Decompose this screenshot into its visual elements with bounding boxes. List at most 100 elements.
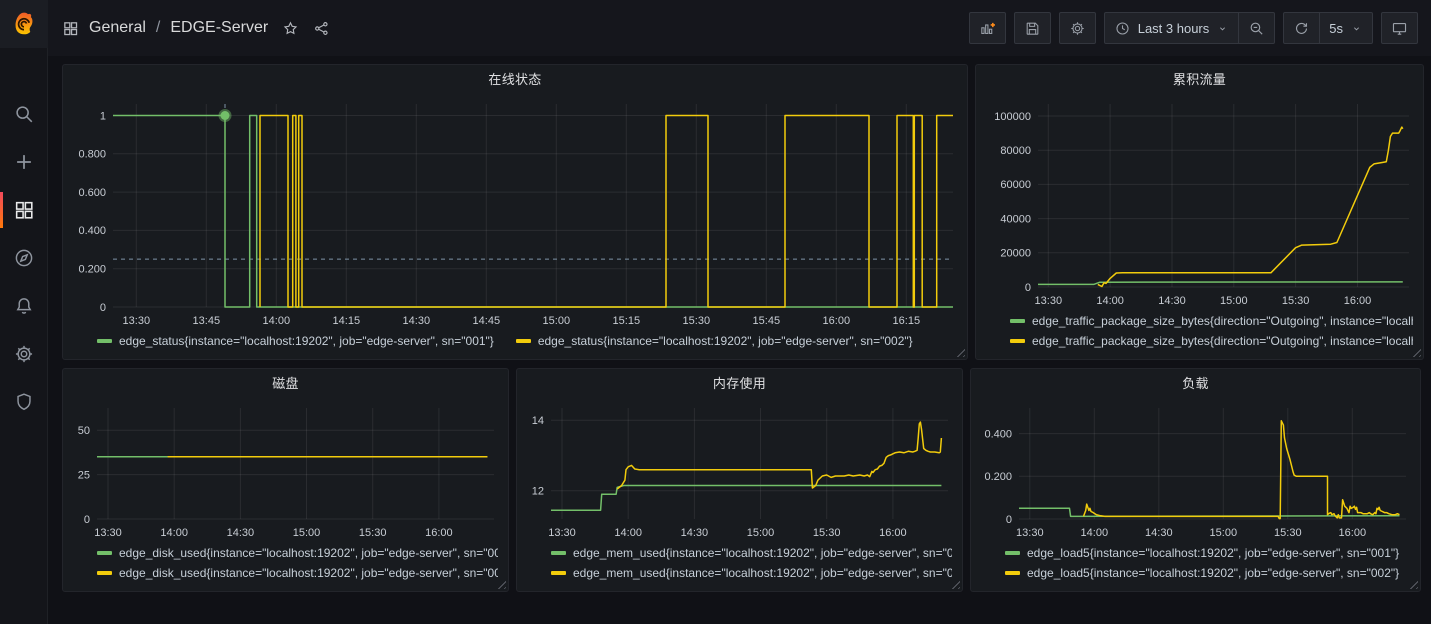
legend-label: edge_traffic_package_size_bytes{directio… xyxy=(1032,334,1413,348)
legend-swatch xyxy=(97,339,112,343)
legend-item[interactable]: edge_disk_used{instance="localhost:19202… xyxy=(97,563,498,583)
refresh-button[interactable] xyxy=(1283,12,1320,44)
chart-traffic-total[interactable]: 13:3014:0014:3015:0015:3016:000200004000… xyxy=(976,92,1423,309)
legend-item[interactable]: edge_mem_used{instance="localhost:19202"… xyxy=(551,543,952,563)
breadcrumb-title[interactable]: EDGE-Server xyxy=(170,19,268,37)
panel-title[interactable]: 磁盘 xyxy=(63,369,508,396)
monitor-icon xyxy=(1391,20,1408,37)
svg-text:15:30: 15:30 xyxy=(1282,295,1310,307)
svg-text:15:00: 15:00 xyxy=(1220,295,1248,307)
legend-item[interactable]: edge_status{instance="localhost:19202", … xyxy=(516,331,913,351)
main-area: General / EDGE-Server xyxy=(48,0,1431,624)
legend-label: edge_disk_used{instance="localhost:19202… xyxy=(119,546,498,560)
panel-traffic-total: 累积流量 13:3014:0014:3015:0015:3016:0002000… xyxy=(975,64,1424,360)
chart-online-status[interactable]: 13:3013:4514:0014:1514:3014:4515:0015:15… xyxy=(63,92,967,329)
svg-text:0.400: 0.400 xyxy=(984,428,1012,440)
sidebar-item-explore[interactable] xyxy=(0,234,47,282)
breadcrumb-section[interactable]: General xyxy=(89,19,146,37)
navbar: General / EDGE-Server xyxy=(48,0,1431,56)
chart-memory[interactable]: 13:3014:0014:3015:0015:3016:001214 xyxy=(517,396,962,541)
search-icon xyxy=(13,103,35,125)
legend-item[interactable]: edge_traffic_package_size_bytes{directio… xyxy=(1010,311,1413,331)
svg-text:14:30: 14:30 xyxy=(1158,295,1186,307)
sidebar-item-configuration[interactable] xyxy=(0,330,47,378)
svg-text:16:00: 16:00 xyxy=(879,527,907,539)
svg-text:0: 0 xyxy=(1006,514,1012,526)
svg-text:14:00: 14:00 xyxy=(263,315,291,327)
panel-load: 负载 13:3014:0014:3015:0015:3016:0000.2000… xyxy=(970,368,1421,592)
plus-icon xyxy=(13,151,35,173)
dashboards-icon xyxy=(13,199,35,221)
svg-text:16:00: 16:00 xyxy=(1339,527,1367,539)
svg-text:20000: 20000 xyxy=(1000,248,1031,260)
chevron-down-icon xyxy=(1350,22,1363,35)
sidebar-item-search[interactable] xyxy=(0,90,47,138)
svg-text:15:00: 15:00 xyxy=(293,527,321,539)
legend-item[interactable]: edge_disk_used{instance="localhost:19202… xyxy=(97,543,498,563)
svg-text:14:30: 14:30 xyxy=(403,315,431,327)
panel-title[interactable]: 负载 xyxy=(971,369,1420,396)
cycle-view-mode-button[interactable] xyxy=(1381,12,1418,44)
chart-disk[interactable]: 13:3014:0014:3015:0015:3016:0002550 xyxy=(63,396,508,541)
svg-text:13:30: 13:30 xyxy=(1035,295,1063,307)
star-icon xyxy=(282,20,299,37)
legend-swatch xyxy=(516,339,531,343)
legend-label: edge_load5{instance="localhost:19202", j… xyxy=(1027,566,1399,580)
star-dashboard-button[interactable] xyxy=(282,20,299,37)
sidebar-item-create[interactable] xyxy=(0,138,47,186)
add-panel-button[interactable] xyxy=(969,12,1006,44)
refresh-interval-picker[interactable]: 5s xyxy=(1320,12,1373,44)
share-dashboard-button[interactable] xyxy=(313,20,330,37)
panel-title[interactable]: 在线状态 xyxy=(63,65,967,92)
legend-swatch xyxy=(1010,339,1025,343)
svg-text:1: 1 xyxy=(100,110,106,122)
svg-text:0.200: 0.200 xyxy=(984,471,1012,483)
svg-text:14:00: 14:00 xyxy=(614,527,642,539)
dashboard-grid: 在线状态 13:3013:4514:0014:1514:3014:4515:00… xyxy=(48,56,1431,624)
legend: edge_mem_used{instance="localhost:19202"… xyxy=(517,541,962,591)
save-dashboard-button[interactable] xyxy=(1014,12,1051,44)
dashboard-settings-button[interactable] xyxy=(1059,12,1096,44)
sidebar-item-alerting[interactable] xyxy=(0,282,47,330)
grafana-app: General / EDGE-Server xyxy=(0,0,1431,624)
time-controls: Last 3 hours xyxy=(1104,12,1276,44)
legend-swatch xyxy=(551,551,566,555)
svg-text:15:00: 15:00 xyxy=(1210,527,1238,539)
svg-text:14:00: 14:00 xyxy=(1081,527,1109,539)
legend-item[interactable]: edge_load5{instance="localhost:19202", j… xyxy=(1005,543,1410,563)
svg-text:0.600: 0.600 xyxy=(78,187,106,199)
sidebar-item-server-admin[interactable] xyxy=(0,378,47,426)
chart-load[interactable]: 13:3014:0014:3015:0015:3016:0000.2000.40… xyxy=(971,396,1420,541)
panel-disk: 磁盘 13:3014:0014:3015:0015:3016:0002550 e… xyxy=(62,368,509,592)
legend-label: edge_traffic_package_size_bytes{directio… xyxy=(1032,314,1413,328)
svg-text:12: 12 xyxy=(532,486,544,498)
legend-item[interactable]: edge_mem_used{instance="localhost:19202"… xyxy=(551,563,952,583)
svg-text:14:30: 14:30 xyxy=(1145,527,1173,539)
svg-text:15:30: 15:30 xyxy=(359,527,387,539)
refresh-icon xyxy=(1293,20,1310,37)
svg-text:0: 0 xyxy=(100,302,106,314)
sidebar-item-dashboards[interactable] xyxy=(0,186,47,234)
panel-title[interactable]: 内存使用 xyxy=(517,369,962,396)
legend-swatch xyxy=(97,571,112,575)
configuration-gear-icon xyxy=(13,343,35,365)
svg-text:13:30: 13:30 xyxy=(94,527,122,539)
settings-gear-icon xyxy=(1069,20,1086,37)
legend-item[interactable]: edge_status{instance="localhost:19202", … xyxy=(97,331,494,351)
svg-text:16:00: 16:00 xyxy=(823,315,851,327)
dashboard-toolbar: Last 3 hours 5s xyxy=(969,12,1418,44)
svg-text:80000: 80000 xyxy=(1000,145,1031,157)
panel-title[interactable]: 累积流量 xyxy=(976,65,1423,92)
legend-label: edge_load5{instance="localhost:19202", j… xyxy=(1027,546,1399,560)
legend-swatch xyxy=(97,551,112,555)
svg-text:100000: 100000 xyxy=(994,111,1031,123)
grafana-logo[interactable] xyxy=(0,0,48,48)
svg-text:15:00: 15:00 xyxy=(543,315,571,327)
legend-item[interactable]: edge_traffic_package_size_bytes{directio… xyxy=(1010,331,1413,351)
time-range-picker[interactable]: Last 3 hours xyxy=(1104,12,1240,44)
svg-text:60000: 60000 xyxy=(1000,179,1031,191)
sidebar-menu xyxy=(0,90,47,426)
zoom-out-button[interactable] xyxy=(1239,12,1275,44)
breadcrumb: General / EDGE-Server xyxy=(62,19,330,37)
legend-item[interactable]: edge_load5{instance="localhost:19202", j… xyxy=(1005,563,1410,583)
